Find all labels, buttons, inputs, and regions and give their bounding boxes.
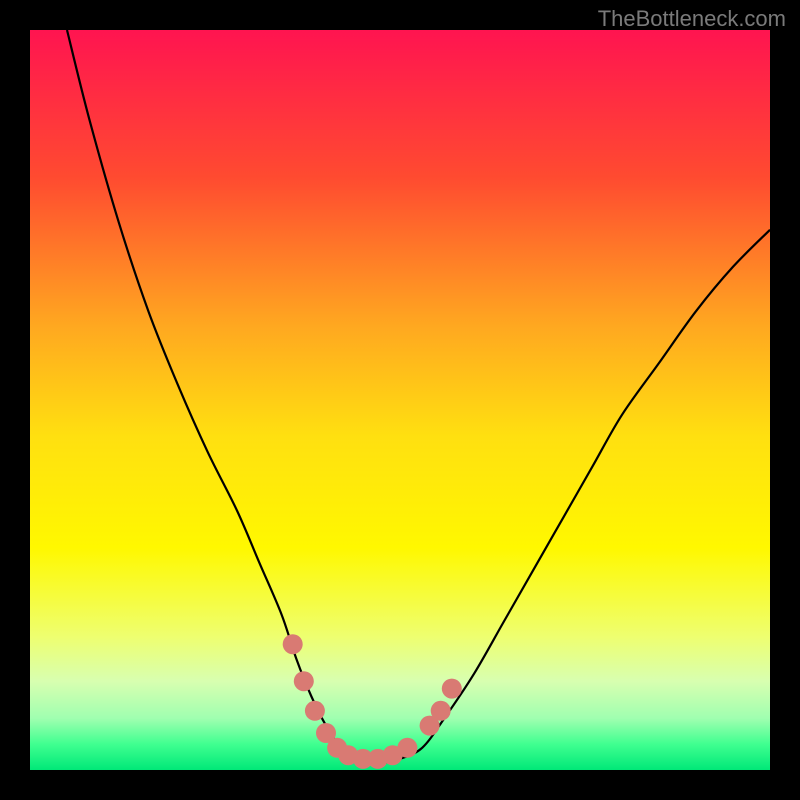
highlight-dot <box>283 634 303 654</box>
chart-svg <box>30 30 770 770</box>
highlight-dot <box>431 701 451 721</box>
watermark-text: TheBottleneck.com <box>598 6 786 32</box>
gradient-background <box>30 30 770 770</box>
chart-container <box>30 30 770 770</box>
highlight-dot <box>442 679 462 699</box>
highlight-dot <box>305 701 325 721</box>
highlight-dot <box>397 738 417 758</box>
highlight-dot <box>294 671 314 691</box>
